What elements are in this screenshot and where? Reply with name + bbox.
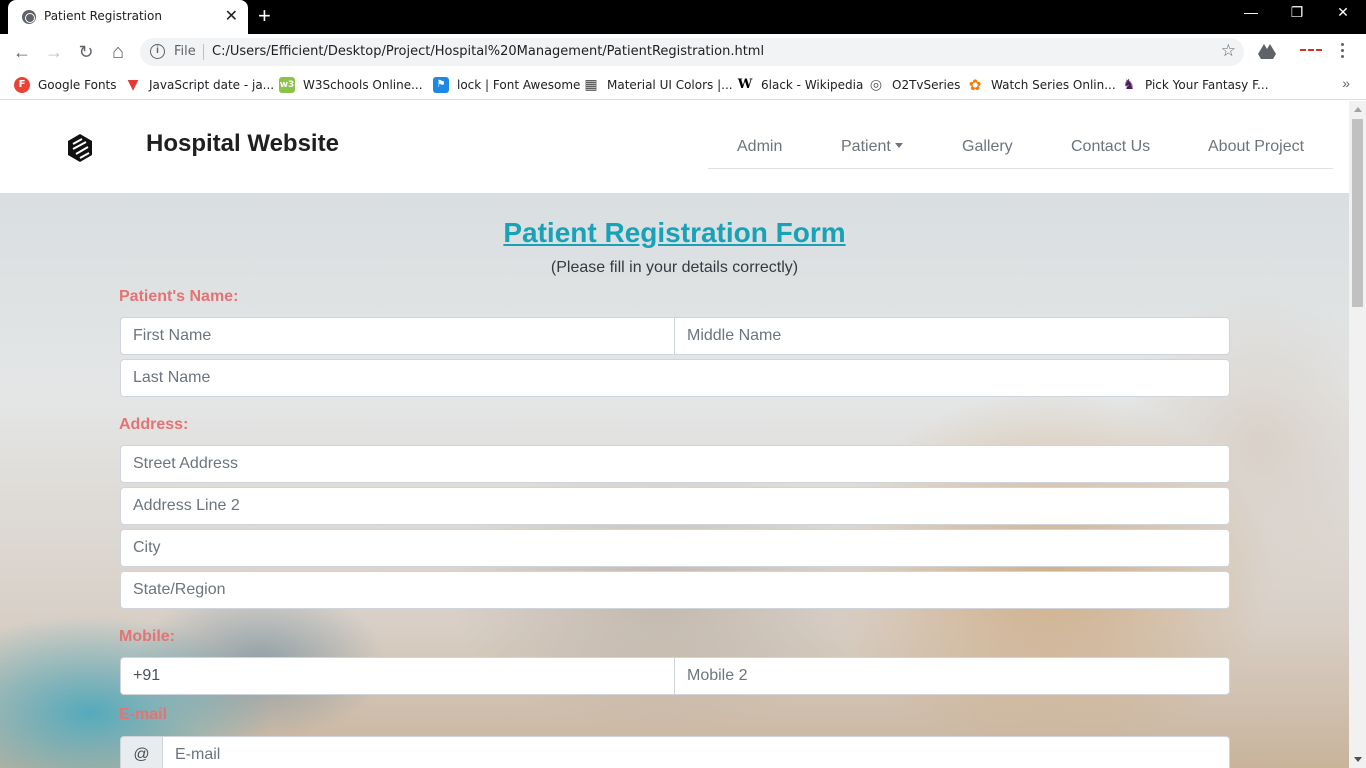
triangle-icon: ▼ <box>127 77 139 93</box>
nav-patient-label: Patient <box>841 138 891 155</box>
extension-icon[interactable] <box>1300 49 1322 53</box>
flag-icon: ⚑ <box>433 77 449 93</box>
page-viewport: Hospital Website Admin Patient Gallery C… <box>0 101 1349 768</box>
nav-admin[interactable]: Admin <box>737 138 782 156</box>
email-input[interactable] <box>162 736 1230 768</box>
main-nav: Admin Patient Gallery Contact Us About P… <box>708 127 1333 169</box>
nav-about-project[interactable]: About Project <box>1208 138 1304 156</box>
address-bar[interactable]: i File C:/Users/Efficient/Desktop/Projec… <box>140 38 1244 66</box>
middle-name-input[interactable] <box>674 317 1230 355</box>
browser-tab-strip: Patient Registration ✕ + — ❐ ✕ <box>0 0 1366 34</box>
scroll-down-icon[interactable] <box>1354 757 1362 762</box>
browser-tab[interactable]: Patient Registration ✕ <box>8 0 248 34</box>
bookmark-fantasy[interactable]: ♞ Pick Your Fantasy F... <box>1121 76 1269 94</box>
globe-icon <box>22 10 36 24</box>
bookmark-label: Pick Your Fantasy F... <box>1145 78 1269 92</box>
window-close-button[interactable]: ✕ <box>1320 4 1366 21</box>
city-input[interactable] <box>120 529 1230 567</box>
bookmark-label: Google Fonts <box>38 78 117 92</box>
w3schools-icon: w3 <box>279 77 295 93</box>
back-button[interactable]: ← <box>10 40 34 64</box>
bookmark-label: W3Schools Online... <box>303 78 423 92</box>
bookmark-label: Material UI Colors |... <box>607 78 733 92</box>
street-address-input[interactable] <box>120 445 1230 483</box>
address-separator <box>203 44 204 60</box>
bookmark-material-ui-colors[interactable]: ▦ Material UI Colors |... <box>583 76 733 94</box>
bookmark-javascript-date[interactable]: ▼ JavaScript date - ja... <box>125 76 275 94</box>
mobile-label: Mobile: <box>119 628 175 645</box>
bookmarks-bar: F Google Fonts ▼ JavaScript date - ja...… <box>0 70 1366 100</box>
bookmark-o2tvseries[interactable]: ◎ O2TvSeries <box>868 76 961 94</box>
nav-contact-us[interactable]: Contact Us <box>1071 138 1150 156</box>
google-drive-icon[interactable] <box>1258 44 1276 60</box>
page-subtitle: (Please fill in your details correctly) <box>550 259 799 276</box>
bookmark-watch-series[interactable]: ✿ Watch Series Onlin... <box>967 76 1116 94</box>
home-button[interactable]: ⌂ <box>106 40 130 64</box>
patient-name-label: Patient's Name: <box>119 288 239 305</box>
site-brand[interactable]: Hospital Website <box>146 130 339 158</box>
tab-close-icon[interactable]: ✕ <box>225 6 238 26</box>
first-name-input[interactable] <box>120 317 675 355</box>
reload-button[interactable]: ↻ <box>74 40 98 64</box>
state-region-input[interactable] <box>120 571 1230 609</box>
scrollbar-thumb[interactable] <box>1352 119 1363 307</box>
address-label: Address: <box>119 416 189 433</box>
email-label: E-mail <box>119 706 168 723</box>
new-tab-button[interactable]: + <box>258 3 271 29</box>
nav-gallery[interactable]: Gallery <box>962 138 1013 156</box>
hospital-logo-icon[interactable] <box>64 131 96 163</box>
info-icon[interactable]: i <box>150 44 165 59</box>
tab-title: Patient Registration <box>44 9 162 23</box>
bookmark-font-awesome[interactable]: ⚑ lock | Font Awesome <box>433 76 580 94</box>
bookmark-star-icon[interactable]: ☆ <box>1221 41 1236 61</box>
more-bookmarks-button[interactable]: » <box>1342 75 1350 91</box>
browser-toolbar: ← → ↻ ⌂ i File C:/Users/Efficient/Deskto… <box>0 34 1366 70</box>
window-restore-button[interactable]: ❐ <box>1274 4 1320 21</box>
caret-down-icon <box>894 142 903 148</box>
wikipedia-icon: W <box>737 77 753 92</box>
address-line-2-input[interactable] <box>120 487 1230 525</box>
bookmark-label: Watch Series Onlin... <box>991 78 1116 92</box>
page-scrollbar[interactable] <box>1349 101 1366 768</box>
bookmark-w3schools[interactable]: w3 W3Schools Online... <box>279 76 423 94</box>
email-at-addon: @ <box>120 736 163 768</box>
nav-patient-dropdown[interactable]: Patient <box>841 138 903 156</box>
bookmark-label: JavaScript date - ja... <box>149 78 275 92</box>
bookmark-label: lock | Font Awesome <box>457 78 581 92</box>
google-fonts-icon: F <box>14 77 30 93</box>
last-name-input[interactable] <box>120 359 1230 397</box>
fantasy-icon: ♞ <box>1122 77 1136 93</box>
bookmark-google-fonts[interactable]: F Google Fonts <box>14 76 117 94</box>
mobile-2-input[interactable] <box>674 657 1230 695</box>
registration-section: Patient Registration Form (Please fill i… <box>0 193 1349 768</box>
site-header: Hospital Website Admin Patient Gallery C… <box>0 101 1349 193</box>
bookmark-label: O2TvSeries <box>892 78 961 92</box>
url-scheme: File <box>174 44 196 59</box>
watchseries-icon: ✿ <box>968 76 982 94</box>
bookmark-label: 6lack - Wikipedia <box>761 78 864 92</box>
window-minimize-button[interactable]: — <box>1228 4 1274 20</box>
browser-menu-icon[interactable] <box>1336 40 1348 64</box>
o2tv-icon: ◎ <box>869 77 883 93</box>
material-icon: ▦ <box>584 77 598 93</box>
mobile-input[interactable] <box>120 657 675 695</box>
bookmark-wikipedia[interactable]: W 6lack - Wikipedia <box>737 76 864 94</box>
url-text[interactable]: C:/Users/Efficient/Desktop/Project/Hospi… <box>212 44 764 59</box>
forward-button[interactable]: → <box>42 40 66 64</box>
page-title: Patient Registration Form <box>503 217 846 248</box>
scroll-up-icon[interactable] <box>1354 107 1362 112</box>
